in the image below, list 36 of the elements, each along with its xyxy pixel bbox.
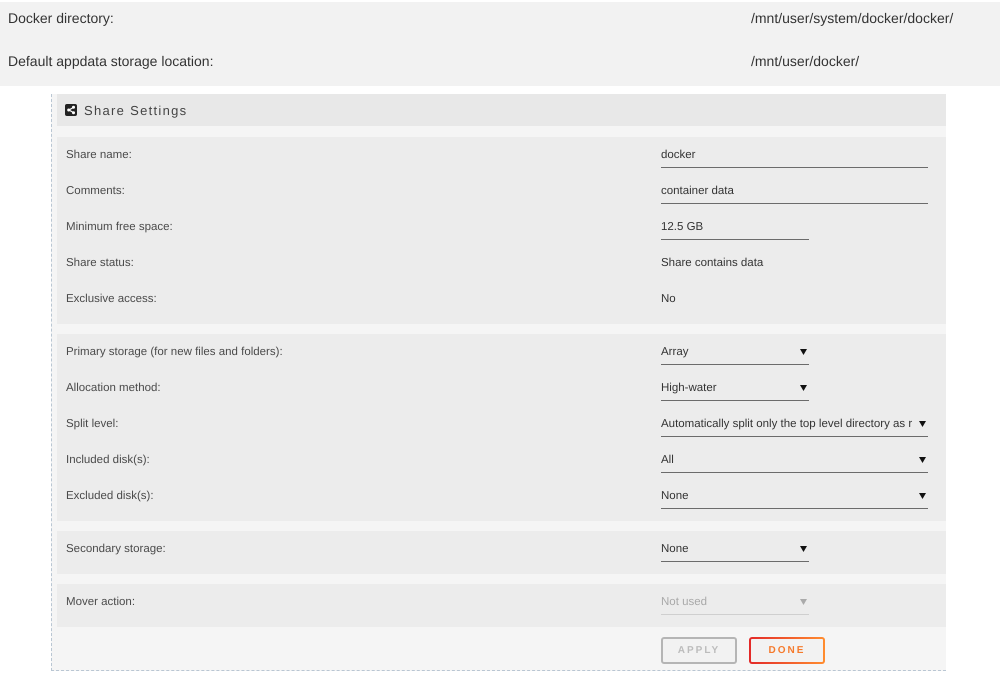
caret-icon bbox=[919, 456, 926, 462]
field-value: Share contains data bbox=[661, 257, 764, 269]
field-label: Share name: bbox=[66, 149, 132, 161]
setting-value: /mnt/user/system/docker/docker/ bbox=[751, 9, 954, 28]
field-value: No bbox=[661, 293, 676, 305]
field-label: Included disk(s): bbox=[66, 454, 150, 466]
caret-icon bbox=[919, 420, 926, 426]
caret-icon bbox=[800, 384, 807, 390]
caret-icon bbox=[800, 348, 807, 354]
field-label: Secondary storage: bbox=[66, 543, 166, 555]
field-label: Excluded disk(s): bbox=[66, 490, 154, 502]
field-label: Split level: bbox=[66, 418, 118, 430]
field-label: Exclusive access: bbox=[66, 293, 157, 305]
field-label: Share status: bbox=[66, 257, 134, 269]
dropdown[interactable]: None bbox=[661, 536, 809, 562]
field-label: Primary storage (for new files and folders): bbox=[66, 346, 283, 358]
setting-label: Default appdata storage location: bbox=[8, 52, 214, 71]
dropdown[interactable]: Automatically split only the top level directory as r bbox=[661, 411, 928, 437]
share-icon bbox=[65, 104, 77, 116]
caret-icon bbox=[800, 546, 807, 552]
input-field[interactable]: 12.5 GB bbox=[661, 214, 809, 240]
dropdown[interactable]: All bbox=[661, 447, 928, 473]
field-label: Comments: bbox=[66, 185, 125, 197]
panel-title: Share Settings bbox=[84, 102, 188, 118]
setting-value: /mnt/user/docker/ bbox=[751, 52, 860, 71]
dropdown[interactable]: Array bbox=[661, 339, 809, 365]
input-field[interactable]: docker bbox=[661, 142, 928, 168]
dropdown[interactable]: High-water bbox=[661, 375, 809, 401]
caret-icon bbox=[800, 598, 807, 604]
dropdown[interactable]: None bbox=[661, 483, 928, 509]
field-label: Allocation method: bbox=[66, 382, 161, 394]
field-label: Mover action: bbox=[66, 596, 136, 608]
field-label: Minimum free space: bbox=[66, 221, 173, 233]
setting-label: Docker directory: bbox=[8, 9, 114, 28]
caret-icon bbox=[919, 492, 926, 498]
input-field[interactable]: container data bbox=[661, 178, 928, 204]
